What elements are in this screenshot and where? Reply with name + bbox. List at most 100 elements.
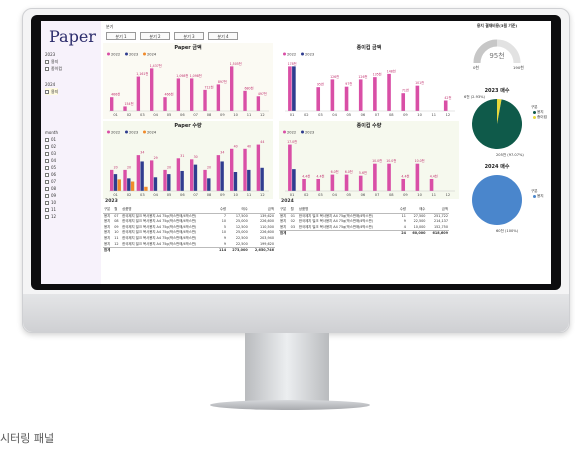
month-filter-item[interactable]: 01 [45, 136, 58, 143]
x-tick-label: 02 [127, 113, 132, 117]
legend-label: 2022 [111, 52, 120, 56]
checkbox-icon[interactable] [45, 138, 49, 142]
pie-2023-legend: 구분 용지 종이컵 [531, 105, 547, 120]
checkbox-icon[interactable] [45, 194, 49, 198]
data-label: 6.0천 [331, 169, 339, 174]
x-tick-label: 09 [403, 193, 408, 197]
data-label: 1,437천 [150, 63, 162, 68]
pie-2024-label: 60천 (100%) [496, 229, 519, 233]
legend-marker [301, 52, 304, 56]
data-label: 101천 [415, 80, 424, 85]
x-tick-label: 04 [332, 193, 337, 197]
data-label: 1,505천 [230, 61, 242, 66]
month-filter-item[interactable]: 11 [45, 206, 58, 213]
cup-amount-chart: 종이컵 금액 2022 2023 178천 01 02 95천 03 126천 04 97천 05 12… [279, 43, 459, 119]
table-cell: 2,650,746 [248, 247, 275, 254]
chart-title: Paper 금액 [174, 44, 202, 51]
chart-bar [190, 78, 194, 111]
checkbox-icon[interactable] [45, 145, 49, 149]
chart-bar [144, 186, 148, 191]
filter-item[interactable]: 용지 [45, 88, 59, 95]
chart-bar [330, 79, 335, 111]
x-tick-label: 10 [417, 193, 422, 197]
data-label: 135천 [373, 72, 382, 77]
data-label: 4.4천 [302, 173, 310, 178]
x-tick-label: 09 [403, 113, 408, 117]
chart-bar [203, 89, 207, 111]
data-label: 40 [234, 144, 238, 148]
year-2023-filter: 2023 용지 종이컵 [45, 51, 62, 72]
month-filter-item[interactable]: 03 [45, 150, 58, 157]
table-2023-title: 2023 [105, 199, 118, 204]
checkbox-icon[interactable] [45, 152, 49, 156]
legend-marker [143, 52, 146, 56]
chart-bar [243, 90, 247, 111]
table-total-row: 합계 24 60,000 618,609 [279, 230, 449, 237]
data-label: 178천 [288, 61, 297, 66]
chart-bar [167, 174, 171, 191]
checkbox-icon[interactable] [45, 159, 49, 163]
table-2024: 구분 월 상품명 수량 매수 금액 용지 01 한국제지 밀크 복사용지 A4 75g(박스판매… [279, 207, 449, 237]
chart-bar [292, 66, 296, 111]
quarter-2-button[interactable]: 분기 2 [140, 32, 170, 40]
month-filter-item[interactable]: 05 [45, 164, 58, 171]
checkbox-icon[interactable] [45, 166, 49, 170]
quarter-1-button[interactable]: 분기 1 [106, 32, 136, 40]
paper-amount-chart: Paper 금액 2022 2023 2024 466천 01 154천 02 1,161천 03… [103, 43, 273, 119]
checkbox-icon[interactable] [45, 180, 49, 184]
chart-bar [373, 163, 377, 191]
table-total-row: 합계 114 273,000 2,650,746 [103, 247, 275, 254]
chart-bar [344, 174, 349, 191]
table-cell [113, 247, 122, 254]
x-tick-label: 05 [167, 193, 172, 197]
chart-bar [136, 76, 141, 111]
filter-item[interactable]: 용지 [45, 58, 62, 65]
chart-bar [220, 161, 224, 191]
table-cell: 618,609 [426, 230, 449, 237]
checkbox-icon[interactable] [45, 90, 49, 94]
x-tick-label: 11 [247, 193, 252, 197]
month-filter-item[interactable]: 12 [45, 213, 58, 220]
month-filter-item[interactable]: 04 [45, 157, 58, 164]
month-filter-item[interactable]: 06 [45, 171, 58, 178]
filter-item[interactable]: 종이컵 [45, 65, 62, 72]
legend-label: 2024 [147, 130, 157, 134]
month-filter-item[interactable]: 07 [45, 178, 58, 185]
x-tick-label: 05 [167, 113, 172, 117]
month-filter-item[interactable]: 09 [45, 192, 58, 199]
month-filter-item[interactable]: 08 [45, 185, 58, 192]
chart-bar [163, 169, 167, 191]
chart-title: 종이컵 금액 [357, 44, 382, 51]
chart-bar [316, 87, 321, 111]
x-tick-label: 03 [318, 113, 323, 117]
chart-bar [207, 178, 211, 191]
chart-bar [316, 178, 321, 191]
x-tick-label: 08 [207, 193, 212, 197]
month-filter-item[interactable]: 10 [45, 199, 58, 206]
checkbox-icon[interactable] [45, 201, 49, 205]
legend-marker [125, 52, 128, 56]
checkbox-icon[interactable] [45, 67, 49, 71]
chart-bar [130, 181, 135, 191]
chart-bar [216, 84, 221, 111]
checkbox-icon[interactable] [45, 215, 49, 219]
quarter-3-button[interactable]: 분기 3 [174, 32, 204, 40]
data-label: 10.0천 [415, 158, 425, 163]
checkbox-icon[interactable] [45, 60, 49, 64]
x-tick-label: 12 [260, 113, 265, 117]
data-label: 71천 [402, 88, 409, 93]
legend-marker [283, 130, 286, 134]
gauge-min: 0천 [473, 65, 479, 70]
cup-quantity-chart: 종이컵 수량 2022 2023 17.0천 01 4.4천 02 4.4천 03 6.0천 04 6… [279, 121, 459, 199]
checkbox-icon[interactable] [45, 187, 49, 191]
checkbox-icon[interactable] [45, 208, 49, 212]
x-tick-label: 02 [304, 113, 309, 117]
data-label: 154천 [124, 101, 133, 106]
x-tick-label: 03 [140, 193, 145, 197]
chart-bar [429, 178, 434, 191]
checkbox-icon[interactable] [45, 173, 49, 177]
month-filter: month 01 02 03 04 05 06 07 08 09 10 11 12 [45, 129, 58, 220]
quarter-4-button[interactable]: 분기 4 [208, 32, 238, 40]
data-label: 497천 [258, 91, 267, 96]
month-filter-item[interactable]: 02 [45, 143, 58, 150]
